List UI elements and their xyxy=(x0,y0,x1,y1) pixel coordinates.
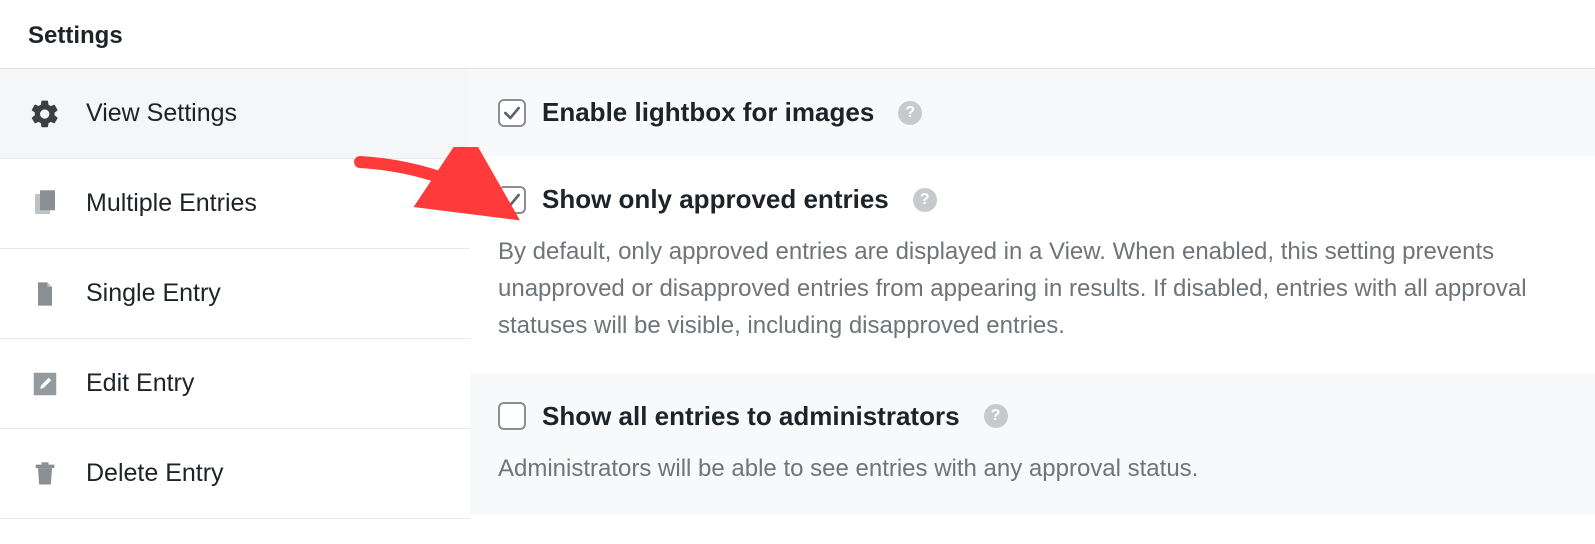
option-description: Administrators will be able to see entri… xyxy=(498,450,1565,487)
option-description: By default, only approved entries are di… xyxy=(498,233,1565,345)
option-enable-lightbox: Enable lightbox for images ? xyxy=(470,69,1595,156)
page-icon xyxy=(28,277,62,311)
sidebar-item-single-entry[interactable]: Single Entry xyxy=(0,249,470,339)
sidebar-item-label: Single Entry xyxy=(86,279,221,308)
sidebar-item-delete-entry[interactable]: Delete Entry xyxy=(0,429,470,519)
sidebar-item-multiple-entries[interactable]: Multiple Entries xyxy=(0,159,470,249)
gear-icon xyxy=(28,97,62,131)
checkbox-show-only-approved[interactable] xyxy=(498,186,526,214)
edit-icon xyxy=(28,367,62,401)
sidebar-item-view-settings[interactable]: View Settings xyxy=(0,69,470,159)
option-label: Show only approved entries xyxy=(542,184,889,215)
copies-icon xyxy=(28,187,62,221)
option-label: Show all entries to administrators xyxy=(542,401,960,432)
option-show-only-approved: Show only approved entries ? By default,… xyxy=(470,156,1595,373)
sidebar-item-label: Multiple Entries xyxy=(86,189,257,218)
page-title: Settings xyxy=(0,0,1595,68)
settings-sidebar: View Settings Multiple Entries Single En… xyxy=(0,69,470,519)
sidebar-item-label: Edit Entry xyxy=(86,369,194,398)
sidebar-item-label: View Settings xyxy=(86,99,237,128)
help-icon[interactable]: ? xyxy=(913,188,937,212)
settings-layout: View Settings Multiple Entries Single En… xyxy=(0,68,1595,519)
option-label: Enable lightbox for images xyxy=(542,97,874,128)
option-show-all-admins: Show all entries to administrators ? Adm… xyxy=(470,373,1595,515)
checkbox-show-all-admins[interactable] xyxy=(498,402,526,430)
trash-icon xyxy=(28,457,62,491)
help-icon[interactable]: ? xyxy=(898,101,922,125)
sidebar-item-label: Delete Entry xyxy=(86,459,224,488)
sidebar-item-edit-entry[interactable]: Edit Entry xyxy=(0,339,470,429)
help-icon[interactable]: ? xyxy=(984,404,1008,428)
checkbox-enable-lightbox[interactable] xyxy=(498,99,526,127)
settings-main: Enable lightbox for images ? Show only a… xyxy=(470,69,1595,519)
